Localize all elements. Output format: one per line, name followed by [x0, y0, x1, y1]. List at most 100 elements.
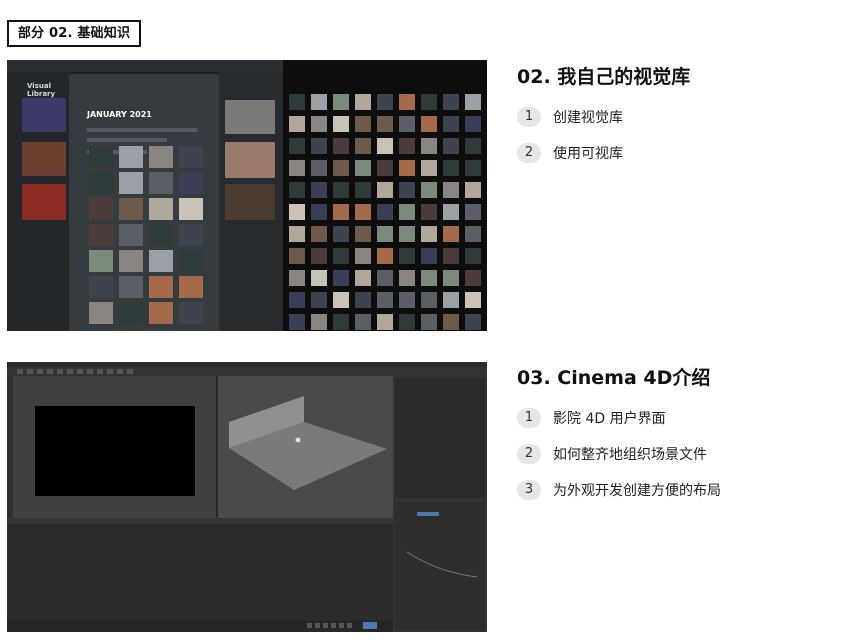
- thumbnail-layer: [7, 60, 487, 331]
- thumbnail: [443, 138, 459, 154]
- thumbnail: [355, 248, 371, 264]
- item-text: 影院 4D 用户界面: [553, 411, 666, 427]
- thumbnail: [377, 226, 393, 242]
- thumbnail: [355, 314, 371, 330]
- thumbnail: [443, 226, 459, 242]
- thumbnail: [399, 116, 415, 132]
- thumbnail: [89, 146, 113, 168]
- thumbnail: [377, 116, 393, 132]
- thumbnail: [311, 138, 327, 154]
- thumbnail: [333, 138, 349, 154]
- thumbnail: [443, 292, 459, 308]
- thumbnail: [289, 138, 305, 154]
- thumbnail: [377, 160, 393, 176]
- thumbnail: [149, 276, 173, 298]
- list-item: 3 为外观开发创建方便的布局: [517, 479, 847, 501]
- thumbnail: [311, 226, 327, 242]
- thumbnail: [421, 182, 437, 198]
- thumbnail: [333, 248, 349, 264]
- thumbnail: [149, 172, 173, 194]
- thumbnail: [465, 94, 481, 110]
- thumbnail: [421, 270, 437, 286]
- thumbnail: [465, 292, 481, 308]
- thumbnail: [399, 270, 415, 286]
- thumbnail: [119, 198, 143, 220]
- thumbnail: [179, 250, 203, 272]
- thumbnail: [333, 160, 349, 176]
- section-title: 02. 我自己的视觉库: [517, 66, 691, 88]
- thumbnail: [443, 314, 459, 330]
- thumbnail: [179, 224, 203, 246]
- thumbnail: [149, 224, 173, 246]
- thumbnail: [421, 138, 437, 154]
- item-number-badge: 1: [517, 107, 541, 127]
- thumbnail: [421, 94, 437, 110]
- thumbnail: [179, 198, 203, 220]
- thumbnail: [465, 160, 481, 176]
- thumbnail: [399, 160, 415, 176]
- thumbnail: [289, 116, 305, 132]
- thumbnail: [179, 146, 203, 168]
- thumbnail: [89, 172, 113, 194]
- thumbnail: [399, 292, 415, 308]
- list-item: 1 影院 4D 用户界面: [517, 407, 847, 429]
- thumbnail: [443, 116, 459, 132]
- thumbnail: [355, 270, 371, 286]
- thumbnail: [333, 94, 349, 110]
- section-title: 03. Cinema 4D介绍: [517, 367, 711, 389]
- thumbnail: [149, 250, 173, 272]
- list-item: 1 创建视觉库: [517, 106, 847, 128]
- thumbnail: [89, 302, 113, 324]
- thumbnail: [289, 248, 305, 264]
- thumbnail: [377, 270, 393, 286]
- thumbnail: [149, 302, 173, 324]
- thumbnail: [179, 172, 203, 194]
- thumbnail: [421, 314, 437, 330]
- thumbnail: [311, 182, 327, 198]
- thumbnail: [179, 302, 203, 324]
- thumbnail: [465, 270, 481, 286]
- thumbnail: [333, 204, 349, 220]
- thumbnail: [289, 270, 305, 286]
- thumbnail: [355, 204, 371, 220]
- thumbnail: [421, 292, 437, 308]
- thumbnail: [289, 204, 305, 220]
- item-number-badge: 2: [517, 143, 541, 163]
- thumbnail: [399, 94, 415, 110]
- thumbnail: [377, 138, 393, 154]
- thumbnail: [89, 224, 113, 246]
- thumbnail: [119, 146, 143, 168]
- part-label: 部分 02. 基础知识: [7, 20, 141, 47]
- thumbnail: [311, 94, 327, 110]
- thumbnail: [399, 226, 415, 242]
- thumbnail: [421, 116, 437, 132]
- thumbnail: [399, 248, 415, 264]
- thumbnail: [311, 292, 327, 308]
- thumbnail: [311, 314, 327, 330]
- item-text: 如何整齐地组织场景文件: [553, 447, 707, 463]
- thumbnail: [119, 224, 143, 246]
- list-item: 2 如何整齐地组织场景文件: [517, 443, 847, 465]
- thumbnail: [465, 138, 481, 154]
- thumbnail: [355, 292, 371, 308]
- thumbnail: [465, 314, 481, 330]
- thumbnail: [355, 182, 371, 198]
- thumbnail: [311, 248, 327, 264]
- thumbnail: [333, 314, 349, 330]
- thumbnail: [333, 292, 349, 308]
- thumbnail: [421, 204, 437, 220]
- thumbnail: [443, 270, 459, 286]
- thumbnail: [443, 94, 459, 110]
- thumbnail: [377, 248, 393, 264]
- item-number-badge: 2: [517, 444, 541, 464]
- thumbnail: [333, 270, 349, 286]
- thumbnail: [289, 226, 305, 242]
- thumbnail: [421, 226, 437, 242]
- thumbnail: [289, 94, 305, 110]
- thumbnail: [89, 276, 113, 298]
- thumbnail: [399, 204, 415, 220]
- item-number-badge: 1: [517, 408, 541, 428]
- thumbnail: [421, 160, 437, 176]
- thumbnail: [333, 116, 349, 132]
- item-text: 使用可视库: [553, 146, 623, 162]
